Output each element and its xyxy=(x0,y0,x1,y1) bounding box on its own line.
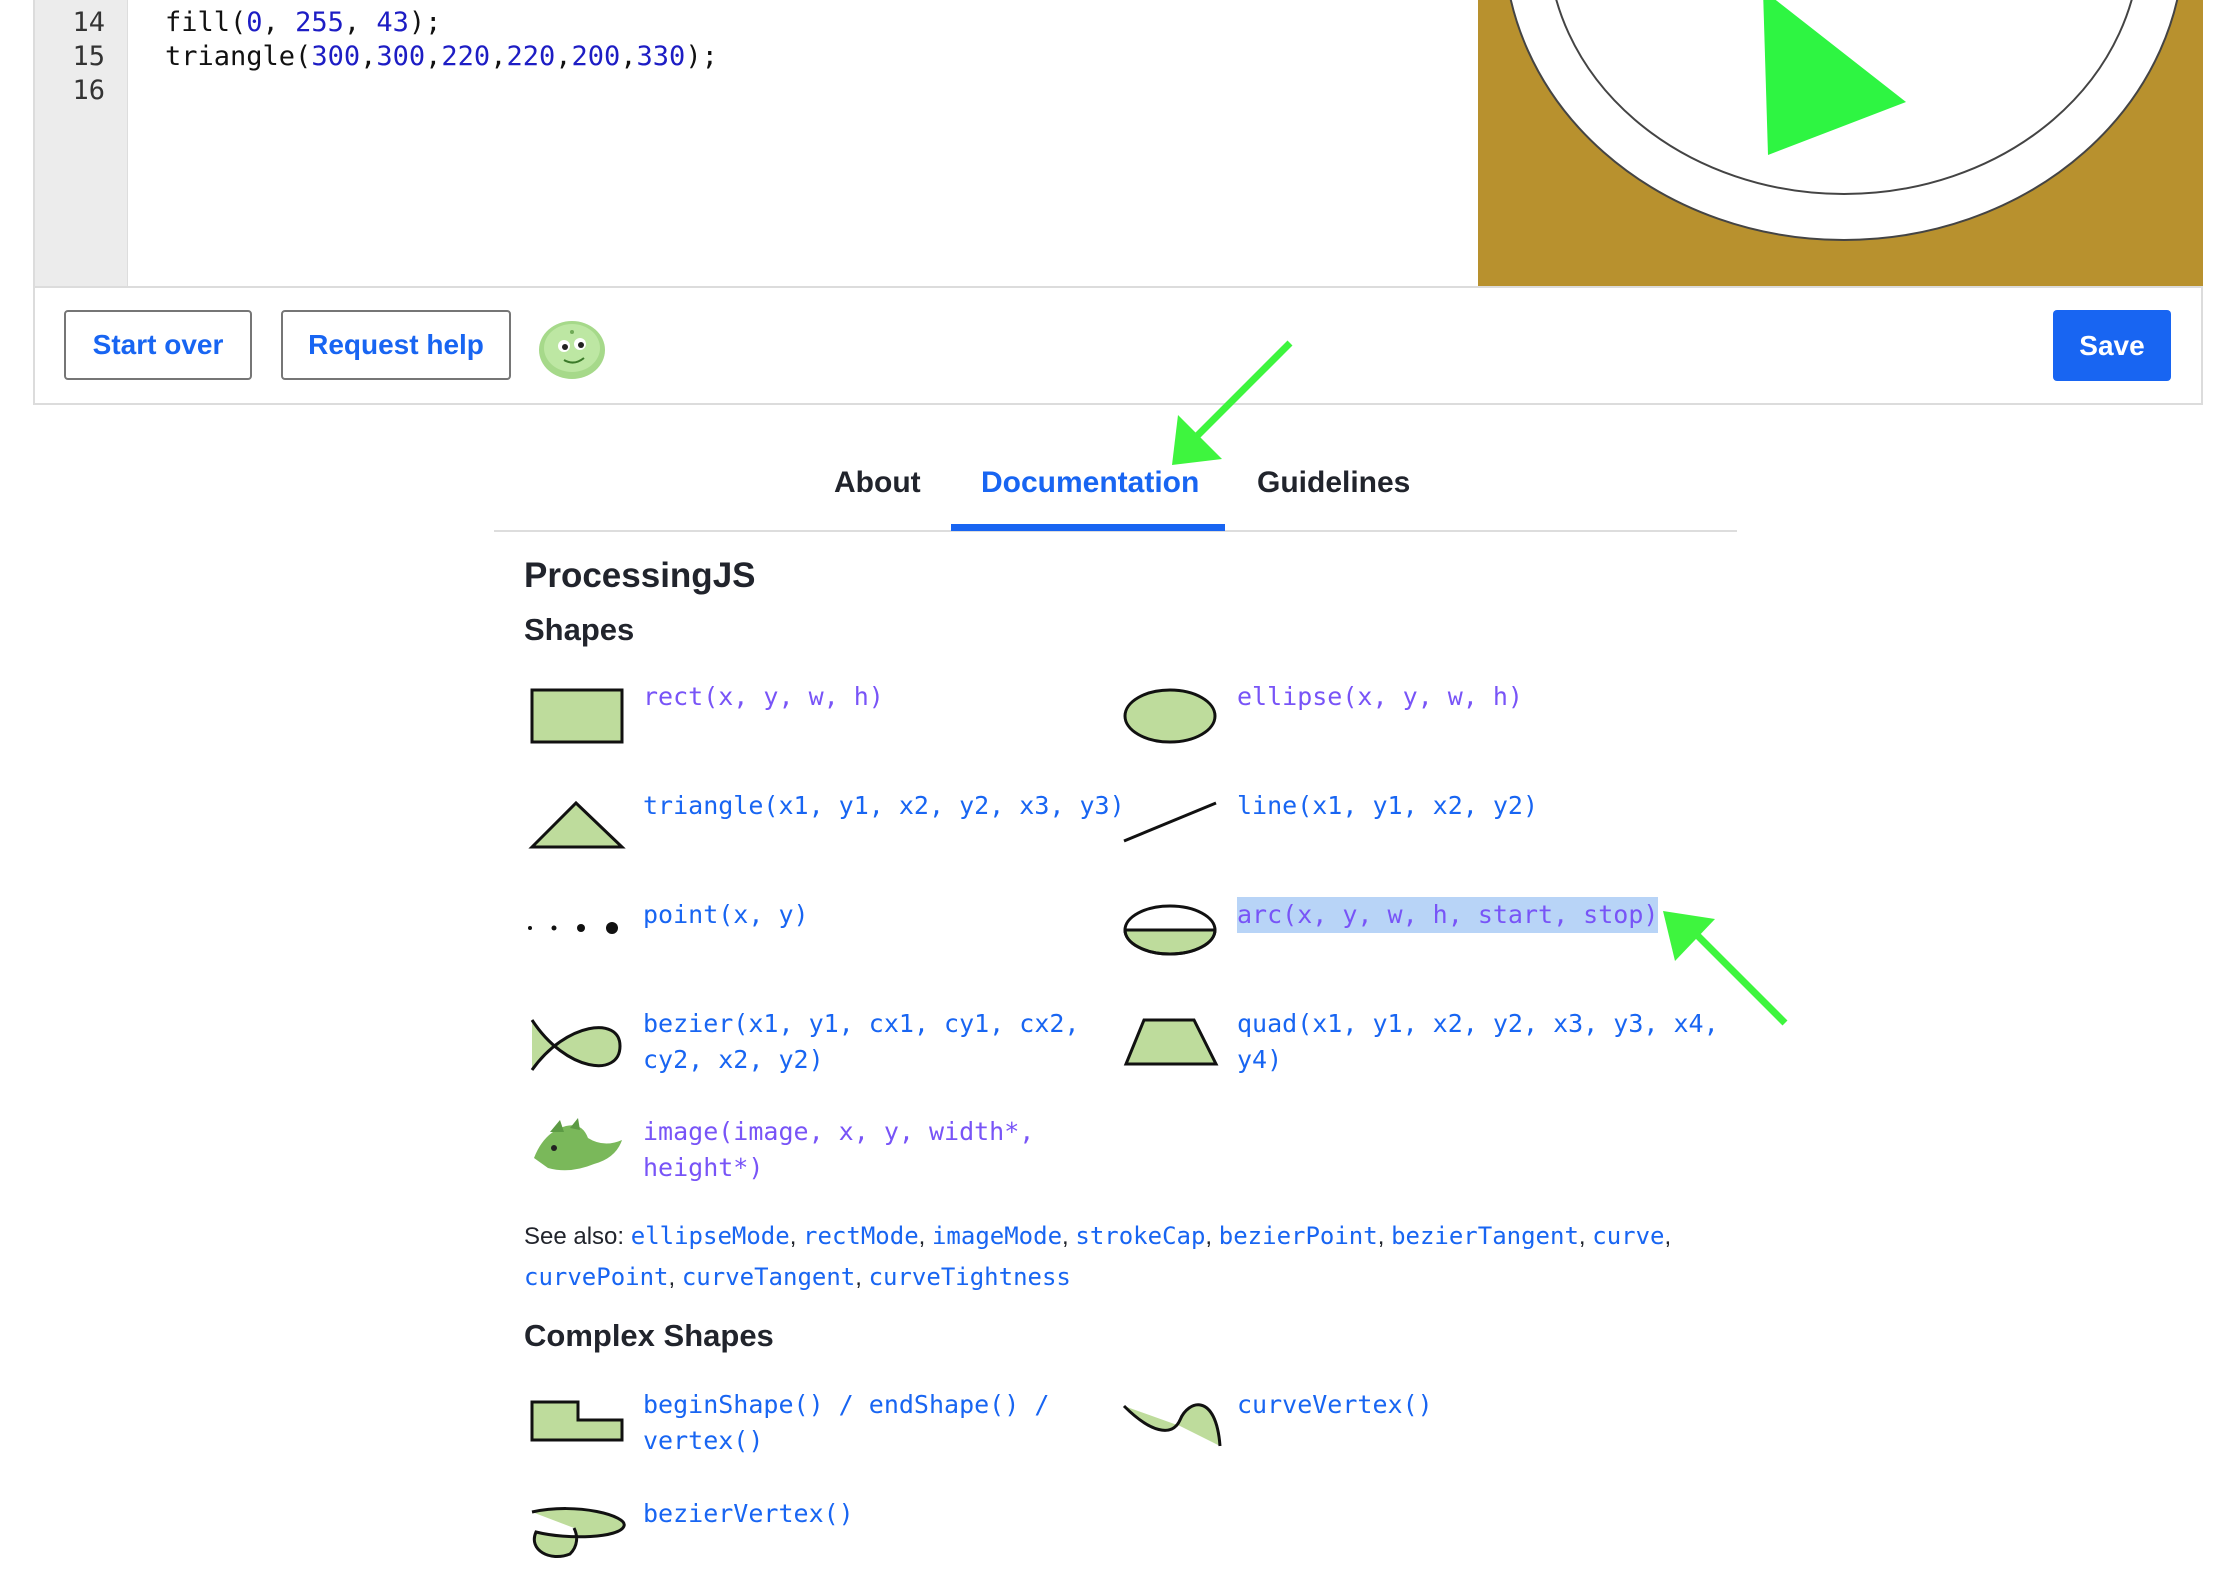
rect-icon xyxy=(530,688,624,744)
save-button[interactable]: Save xyxy=(2053,310,2171,381)
editor-toolbar: Start over Request help Save xyxy=(35,288,2201,403)
line-number: 15 xyxy=(72,41,105,72)
bezier-function-link-cont[interactable]: cy2, x2, y2) xyxy=(643,1042,824,1078)
output-canvas[interactable] xyxy=(1478,0,2203,288)
see-also-link[interactable]: rectMode xyxy=(803,1222,919,1250)
quad-function-link[interactable]: quad(x1, y1, x2, y2, x3, y3, x4, xyxy=(1237,1006,1719,1042)
ellipse-function-link[interactable]: ellipse(x, y, w, h) xyxy=(1237,679,1523,715)
tab-about[interactable]: About xyxy=(834,466,921,500)
request-help-button[interactable]: Request help xyxy=(281,310,511,380)
line-icon xyxy=(1123,801,1217,843)
image-function-link[interactable]: image(image, x, y, width*, xyxy=(643,1114,1034,1150)
quad-icon xyxy=(1123,1018,1219,1066)
curve-vertex-function-link[interactable]: curveVertex() xyxy=(1237,1387,1433,1423)
see-also-link[interactable]: curveTangent xyxy=(682,1263,855,1291)
doc-tabs: About Documentation Guidelines xyxy=(494,440,1737,532)
see-also-link[interactable]: bezierTangent xyxy=(1391,1222,1579,1250)
curve-vertex-icon xyxy=(1122,1403,1222,1447)
image-function-link-cont[interactable]: height*) xyxy=(643,1150,763,1186)
ellipse-icon xyxy=(1123,688,1217,744)
start-over-button[interactable]: Start over xyxy=(64,310,252,380)
tab-documentation[interactable]: Documentation xyxy=(981,466,1199,500)
tab-guidelines[interactable]: Guidelines xyxy=(1257,466,1410,500)
see-also-link[interactable]: strokeCap xyxy=(1075,1222,1205,1250)
see-also-link[interactable]: ellipseMode xyxy=(631,1222,790,1250)
see-also-link[interactable]: imageMode xyxy=(932,1222,1062,1250)
editor-panel: 14 15 16 fill(0, 255, 43); triangle(300,… xyxy=(33,0,2203,405)
complex-shapes-heading: Complex Shapes xyxy=(524,1318,774,1353)
line-function-link[interactable]: line(x1, y1, x2, y2) xyxy=(1237,788,1538,824)
see-also-link[interactable]: curve xyxy=(1592,1222,1664,1250)
point-function-link[interactable]: point(x, y) xyxy=(643,897,809,933)
see-also: See also: ellipseMode, rectMode, imageMo… xyxy=(524,1222,1672,1291)
arc-icon xyxy=(1123,904,1217,956)
shapes-heading: Shapes xyxy=(524,612,635,647)
triangle-function-link[interactable]: triangle(x1, y1, x2, y2, x3, y3) xyxy=(643,788,1125,824)
begin-shape-function-link-cont[interactable]: vertex() xyxy=(643,1423,763,1459)
begin-shape-function-link[interactable]: beginShape() / endShape() / xyxy=(643,1387,1049,1423)
see-also-link[interactable]: bezierPoint xyxy=(1219,1222,1378,1250)
image-icon xyxy=(534,1118,622,1171)
code-line[interactable]: fill(0, 255, 43); xyxy=(165,7,441,38)
quad-function-link-cont[interactable]: y4) xyxy=(1237,1042,1282,1078)
active-tab-indicator xyxy=(951,524,1225,531)
triangle-icon xyxy=(528,800,626,849)
begin-shape-icon xyxy=(530,1400,624,1442)
code-editor[interactable]: 14 15 16 fill(0, 255, 43); triangle(300,… xyxy=(35,0,1478,288)
doc-title: ProcessingJS xyxy=(524,556,756,595)
canvas-drawing xyxy=(1509,0,2179,241)
see-also-link[interactable]: curveTightness xyxy=(869,1263,1071,1291)
see-also-link[interactable]: curvePoint xyxy=(524,1263,669,1291)
bezier-function-link[interactable]: bezier(x1, y1, cx1, cy1, cx2, xyxy=(643,1006,1080,1042)
arc-function-link[interactable]: arc(x, y, w, h, start, stop) xyxy=(1237,897,1659,933)
bezier-icon xyxy=(530,1019,622,1071)
bezier-vertex-icon xyxy=(531,1507,626,1559)
rect-function-link[interactable]: rect(x, y, w, h) xyxy=(643,679,884,715)
bezier-vertex-function-link[interactable]: bezierVertex() xyxy=(643,1496,854,1532)
line-gutter: 14 15 16 xyxy=(35,0,128,286)
see-also-label: See also: xyxy=(524,1223,625,1250)
avatar-icon[interactable] xyxy=(536,314,608,380)
line-number: 16 xyxy=(72,75,105,106)
code-line[interactable]: triangle(300,300,220,220,200,330); xyxy=(165,41,718,72)
line-number: 14 xyxy=(72,7,105,38)
point-icon xyxy=(528,922,618,934)
